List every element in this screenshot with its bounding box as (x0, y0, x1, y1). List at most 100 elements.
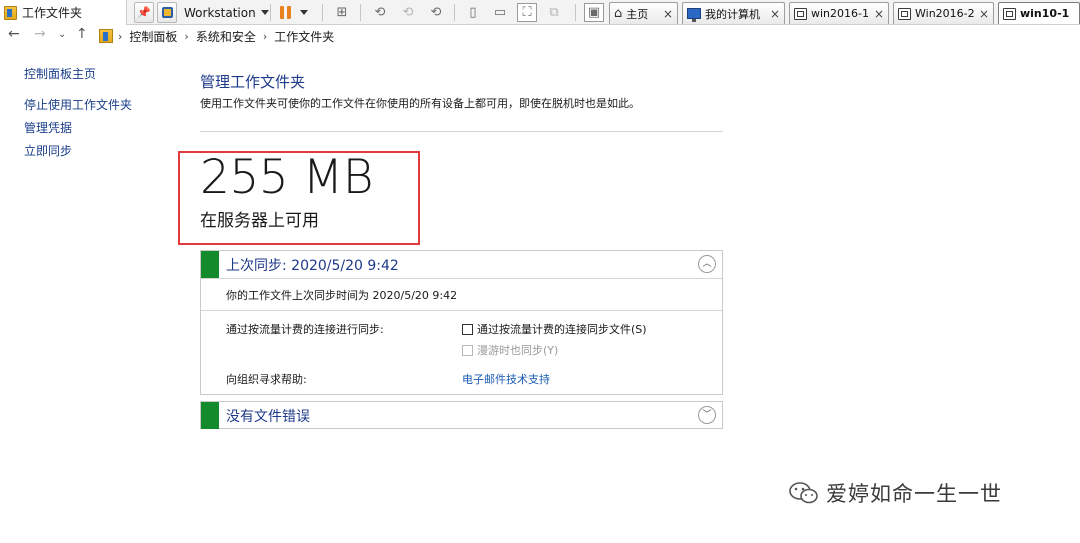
sidebar-item-stop-work-folders[interactable]: 停止使用工作文件夹 (24, 97, 184, 113)
recent-locations-button[interactable]: ⌄ (58, 29, 66, 40)
window-title-tab[interactable]: 工作文件夹 (0, 0, 127, 25)
close-icon[interactable]: × (770, 7, 780, 21)
tab-win2016-1[interactable]: win2016-1 × (789, 2, 889, 24)
window-title: 工作文件夹 (22, 6, 83, 20)
control-panel-icon (99, 29, 113, 43)
snapshot-manager-icon: ⟲ (430, 5, 442, 20)
chevron-right-icon[interactable]: › (263, 30, 267, 43)
expand-button[interactable]: ﹀ (698, 406, 716, 424)
chevron-down-icon: ﹀ (702, 409, 712, 420)
vm-icon (1003, 7, 1016, 20)
pin-icon: 📌 (137, 6, 151, 19)
sidebar-item-sync-now[interactable]: 立即同步 (24, 143, 184, 159)
vm-icon (794, 7, 807, 20)
sidebar-item-manage-credentials[interactable]: 管理凭据 (24, 120, 184, 136)
metered-connection-label: 通过按流量计费的连接进行同步: (226, 323, 384, 336)
snapshot-icon: ⟲ (374, 5, 386, 20)
tab-label: win2016-1 (811, 7, 869, 20)
network-icon: ⊞ (336, 5, 348, 20)
tab-label: win10-1 (1020, 7, 1070, 20)
console-view-icon: ▣ (587, 5, 601, 20)
last-sync-detail: 你的工作文件上次同步时间为 2020/5/20 9:42 (201, 278, 722, 310)
help-label: 向组织寻求帮助: (226, 373, 307, 386)
thumbnail-icon: ▭ (493, 5, 507, 20)
fullscreen-icon: ⛶ (522, 5, 532, 20)
toolbar-divider (360, 4, 361, 21)
close-icon[interactable]: × (979, 7, 989, 21)
computer-icon (687, 8, 701, 22)
watermark: 爱婷如命一生一世 (788, 478, 1002, 508)
breadcrumb-item[interactable]: 系统和安全 (196, 28, 256, 45)
page-description: 使用工作文件夹可使你的工作文件在你使用的所有设备上都可用，即使在脱机时也是如此。 (200, 97, 640, 110)
tab-win10-1[interactable]: win10-1 (998, 2, 1080, 24)
breadcrumb-item[interactable]: 控制面板 (129, 28, 177, 45)
close-icon[interactable]: × (663, 7, 673, 21)
unity-icon: ⧉ (549, 5, 559, 20)
status-indicator (201, 402, 219, 429)
page-title: 管理工作文件夹 (200, 73, 306, 91)
vmware-toolbar: 工作文件夹 📌 Workstation ⊞ ⟲ ⟲ ⟲ ▯ ▭ ⛶ ⧉ ▣ ⌂ … (0, 0, 1080, 25)
revert-snapshot-button[interactable]: ⟲ (398, 3, 418, 22)
home-icon: ⌂ (614, 6, 623, 21)
storage-available-value: 255 MB (200, 150, 373, 205)
chevron-right-icon[interactable]: › (184, 30, 188, 43)
vm-icon (898, 7, 911, 20)
workstation-menu-label: Workstation (184, 5, 256, 20)
forward-button[interactable]: → (34, 26, 46, 42)
task-pane: 控制面板主页 停止使用工作文件夹 管理凭据 立即同步 (24, 66, 184, 159)
checkbox-icon[interactable] (462, 323, 473, 335)
wechat-icon (789, 482, 818, 504)
toolbar-divider (322, 4, 323, 21)
file-errors-panel: 没有文件错误 ﹀ (200, 401, 723, 429)
thumbnail-bar-button[interactable]: ▭ (490, 3, 510, 22)
full-screen-button[interactable]: ⛶ (517, 3, 537, 22)
chevron-down-icon (260, 10, 269, 15)
sync-panel-header[interactable]: 上次同步: 2020/5/20 9:42 ︿ (201, 251, 722, 278)
address-bar: ← → ⌄ ↑ › 控制面板 › 系统和安全 › 工作文件夹 (0, 25, 1080, 47)
revert-icon: ⟲ (402, 5, 414, 20)
tab-win2016-2[interactable]: Win2016-2 × (893, 2, 994, 24)
tab-label: Win2016-2 (915, 7, 975, 20)
back-button[interactable]: ← (8, 26, 20, 42)
metered-sync-checkbox[interactable]: 通过按流量计费的连接同步文件(S) (462, 321, 647, 337)
power-menu[interactable] (280, 2, 308, 23)
pin-button[interactable]: 📌 (134, 2, 154, 23)
breadcrumb-item[interactable]: 工作文件夹 (274, 28, 334, 45)
chevron-down-icon (300, 10, 308, 15)
console-icon (161, 7, 173, 18)
snapshot-manager-button[interactable]: ⟲ (426, 3, 446, 22)
watermark-text: 爱婷如命一生一世 (826, 482, 1002, 506)
workstation-menu[interactable]: Workstation (184, 2, 269, 23)
console-view-button[interactable]: ▣ (584, 3, 604, 22)
tab-home[interactable]: ⌂ 主页 × (609, 2, 678, 24)
send-ctrl-alt-del-button[interactable]: ⊞ (332, 3, 352, 22)
sidebar-item-control-panel-home[interactable]: 控制面板主页 (24, 66, 184, 82)
status-indicator (201, 251, 219, 278)
unity-button[interactable]: ⧉ (544, 3, 564, 22)
errors-panel-header[interactable]: 没有文件错误 ﹀ (201, 402, 722, 429)
library-icon: ▯ (469, 5, 477, 20)
sync-status-panel: 上次同步: 2020/5/20 9:42 ︿ 你的工作文件上次同步时间为 202… (200, 250, 723, 395)
last-sync-heading: 上次同步: 2020/5/20 9:42 (226, 257, 399, 274)
storage-available-caption: 在服务器上可用 (200, 211, 319, 231)
chevron-up-icon: ︿ (702, 258, 712, 269)
toolbar-divider (454, 4, 455, 21)
divider (200, 131, 723, 132)
email-support-link[interactable]: 电子邮件技术支持 (462, 371, 550, 387)
chevron-right-icon: › (118, 30, 123, 43)
work-folders-icon (4, 5, 17, 20)
close-icon[interactable]: × (874, 7, 884, 21)
show-library-button[interactable]: ▯ (463, 3, 483, 22)
checkbox-icon (462, 344, 473, 356)
roaming-sync-checkbox: 漫游时也同步(Y) (462, 342, 558, 358)
collapse-button[interactable]: ︿ (698, 255, 716, 273)
toolbar-divider (575, 4, 576, 21)
toolbar-divider (270, 4, 271, 21)
pause-icon (280, 6, 291, 19)
tab-label: 我的计算机 (705, 7, 760, 21)
snapshot-button[interactable]: ⟲ (370, 3, 390, 22)
up-button[interactable]: ↑ (76, 26, 88, 42)
tab-my-computer[interactable]: 我的计算机 × (682, 2, 785, 24)
breadcrumb: › 控制面板 › 系统和安全 › 工作文件夹 (118, 28, 334, 45)
fullscreen-console-button[interactable] (157, 2, 177, 23)
